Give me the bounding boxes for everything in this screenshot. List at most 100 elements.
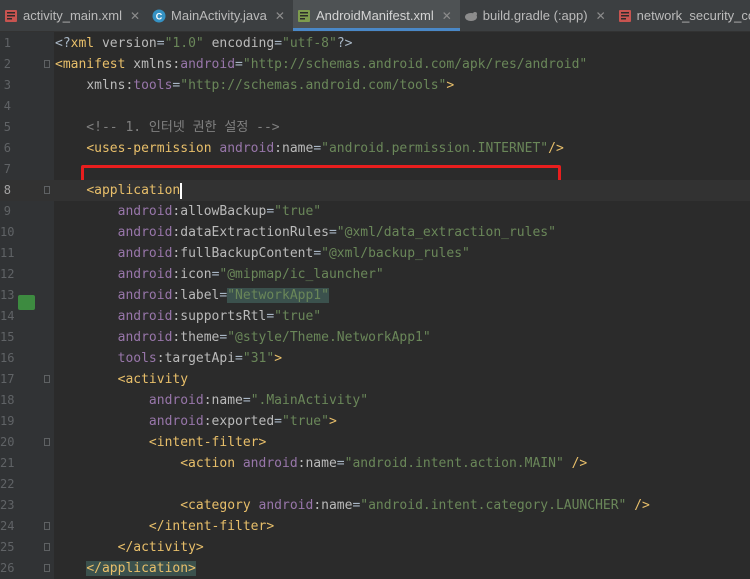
- code-token: :dataExtractionRules: [172, 225, 329, 240]
- close-tab-icon[interactable]: ✕: [130, 9, 140, 23]
- code-token: =: [274, 414, 282, 429]
- code-token: xml: [70, 36, 102, 51]
- code-token: android: [117, 288, 173, 303]
- code-token: =: [313, 141, 322, 156]
- fold-marker-icon[interactable]: [44, 375, 50, 383]
- code-line[interactable]: 16 tools:targetApi="31">: [0, 348, 750, 369]
- code-token: android: [117, 246, 173, 261]
- code-line[interactable]: 15 android:theme="@style/Theme.NetworkAp…: [0, 327, 750, 348]
- code-text: android:name=".MainActivity": [55, 390, 368, 411]
- code-token: "@xml/data_extraction_rules": [336, 225, 556, 240]
- tab-label: MainActivity.java: [171, 8, 267, 23]
- fold-marker-icon[interactable]: [44, 522, 50, 530]
- code-line[interactable]: 22: [0, 474, 750, 495]
- line-number: 24: [0, 519, 15, 533]
- code-token: =: [328, 225, 337, 240]
- code-text: </intent-filter>: [55, 516, 274, 537]
- code-token: :theme: [172, 330, 220, 345]
- code-token: :name: [274, 141, 314, 156]
- code-line[interactable]: 19 android:exported="true">: [0, 411, 750, 432]
- line-number: 6: [3, 141, 11, 155]
- fold-marker-icon[interactable]: [44, 438, 50, 446]
- code-line[interactable]: 18 android:name=".MainActivity": [0, 390, 750, 411]
- code-text: <activity: [55, 369, 188, 390]
- code-text: xmlns:tools="http://schemas.android.com/…: [55, 75, 454, 96]
- fold-marker-icon[interactable]: [44, 186, 50, 194]
- svg-text:C: C: [156, 11, 163, 21]
- code-token: android: [117, 225, 173, 240]
- code-token: "@style/Theme.NetworkApp1": [227, 330, 431, 345]
- close-tab-icon[interactable]: ✕: [442, 9, 452, 23]
- tab-label: activity_main.xml: [23, 8, 122, 23]
- code-line[interactable]: 25 </activity>: [0, 537, 750, 558]
- code-line[interactable]: 4: [0, 96, 750, 117]
- line-number: 16: [0, 351, 15, 365]
- code-line[interactable]: 8 <application: [0, 180, 750, 201]
- code-token: />: [548, 141, 564, 156]
- code-token: "utf-8": [282, 36, 337, 51]
- code-line[interactable]: 20 <intent-filter>: [0, 432, 750, 453]
- code-line[interactable]: 2 <manifest xmlns:android="http://schemas…: [0, 54, 750, 75]
- code-token: :targetApi: [156, 351, 236, 366]
- code-token: =: [242, 393, 251, 408]
- code-token: :icon: [172, 267, 212, 282]
- code-text: android:theme="@style/Theme.NetworkApp1": [55, 327, 431, 348]
- code-editor[interactable]: 1 <?xml version="1.0" encoding="utf-8"?> 2…: [0, 32, 750, 579]
- code-line[interactable]: 5 <!-- 1. 인터넷 권한 설정 -->: [0, 117, 750, 138]
- code-token: :fullBackupContent: [172, 246, 314, 261]
- code-token: android: [117, 309, 173, 324]
- line-number: 13: [0, 288, 15, 302]
- code-token: >: [328, 414, 337, 429]
- close-tab-icon[interactable]: ✕: [275, 9, 285, 23]
- code-token: =: [266, 309, 275, 324]
- code-line[interactable]: 13 android:label="NetworkApp1": [0, 285, 750, 306]
- code-token: "@xml/backup_rules": [321, 246, 470, 261]
- tab-label: build.gradle (:app): [482, 8, 588, 23]
- code-token: </application>: [86, 561, 196, 576]
- line-number: 21: [0, 456, 15, 470]
- code-token: android: [117, 204, 173, 219]
- line-number: 22: [0, 477, 15, 491]
- code-line[interactable]: 11 android:fullBackupContent="@xml/backu…: [0, 243, 750, 264]
- tab-activity-main-xml[interactable]: activity_main.xml ✕: [0, 0, 148, 31]
- code-line[interactable]: 17 <activity: [0, 369, 750, 390]
- code-line[interactable]: 24 </intent-filter>: [0, 516, 750, 537]
- tab-label: AndroidManifest.xml: [315, 8, 434, 23]
- code-line[interactable]: 12 android:icon="@mipmap/ic_launcher": [0, 264, 750, 285]
- code-line[interactable]: 14 android:supportsRtl="true": [0, 306, 750, 327]
- code-line[interactable]: 26 </application>: [0, 558, 750, 579]
- code-token: "android.intent.category.LAUNCHER": [360, 498, 627, 513]
- close-tab-icon[interactable]: ✕: [596, 9, 606, 23]
- code-line[interactable]: 9 android:allowBackup="true": [0, 201, 750, 222]
- code-line[interactable]: 1 <?xml version="1.0" encoding="utf-8"?>: [0, 33, 750, 54]
- code-line[interactable]: 23 <category android:name="android.inten…: [0, 495, 750, 516]
- code-line[interactable]: 10 android:dataExtractionRules="@xml/dat…: [0, 222, 750, 243]
- fold-marker-icon[interactable]: [44, 564, 50, 572]
- tab-network-security-config-xml[interactable]: network_security_config.xml: [614, 0, 750, 31]
- fold-marker-icon[interactable]: [44, 60, 50, 68]
- line-number: 26: [0, 561, 15, 575]
- tab-mainactivity-java[interactable]: C MainActivity.java ✕: [148, 0, 293, 31]
- line-number: 19: [0, 414, 15, 428]
- line-number: 18: [0, 393, 15, 407]
- code-text: <application: [55, 180, 183, 201]
- tab-build-gradle-app[interactable]: build.gradle (:app) ✕: [460, 0, 614, 31]
- fold-marker-icon[interactable]: [44, 543, 50, 551]
- text-caret: [180, 182, 183, 199]
- code-token: "android.intent.action.MAIN": [344, 456, 564, 471]
- code-line[interactable]: 6 <uses-permission android:name="android…: [0, 138, 750, 159]
- code-line[interactable]: 7: [0, 159, 750, 180]
- code-line[interactable]: 21 <action android:name="android.intent.…: [0, 453, 750, 474]
- code-line[interactable]: 3 xmlns:tools="http://schemas.android.co…: [0, 75, 750, 96]
- code-token: :name: [203, 393, 243, 408]
- editor-tab-bar: activity_main.xml ✕ C MainActivity.java ✕ And…: [0, 0, 750, 32]
- tab-androidmanifest-xml[interactable]: AndroidManifest.xml ✕: [292, 0, 460, 31]
